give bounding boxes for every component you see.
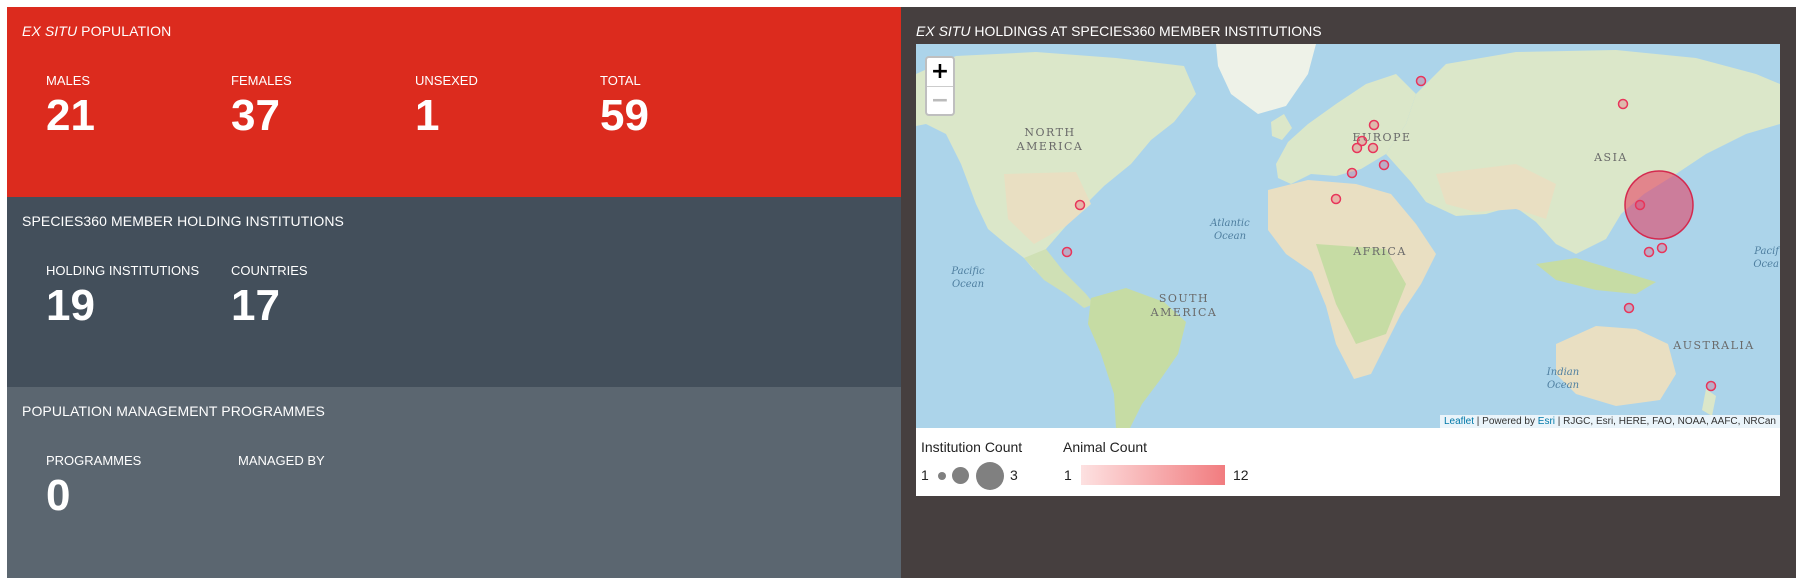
esri-link[interactable]: Esri [1538, 416, 1555, 427]
stat-females: FEMALES 37 [231, 73, 292, 138]
map-canvas[interactable]: NORTH AMERICA EUROPE ASIA AFRICA SOUTH A… [916, 44, 1780, 428]
left-column: EX SITU POPULATION MALES 21 FEMALES 37 U… [7, 7, 901, 578]
label-south-america-2: AMERICA [1150, 306, 1218, 319]
stat-value: 1 [415, 91, 440, 140]
stat-label: MALES [46, 73, 91, 88]
stat-value: 19 [46, 281, 95, 330]
institution-marker[interactable] [1074, 199, 1086, 211]
institutions-panel: SPECIES360 MEMBER HOLDING INSTITUTIONS H… [7, 197, 901, 387]
label-australia: AUSTRALIA [1672, 339, 1754, 352]
map-legend: Institution Count 1 3 Animal Count 1 12 [916, 428, 1780, 496]
institution-marker[interactable] [1656, 242, 1668, 254]
stat-countries: COUNTRIES 17 [231, 263, 308, 328]
leaflet-link[interactable]: Leaflet [1444, 416, 1474, 427]
institution-count-max: 3 [1010, 467, 1018, 483]
stat-value: 21 [46, 91, 95, 140]
label-pacific-ocean-east: Pacif [1753, 246, 1780, 257]
label-pacific-ocean: Pacific [950, 266, 985, 277]
label-atlantic-ocean: Atlantic [1209, 218, 1250, 229]
programmes-title: POPULATION MANAGEMENT PROGRAMMES [22, 403, 325, 419]
legend-dot-small [938, 472, 946, 480]
animal-count-legend-title: Animal Count [1063, 439, 1148, 455]
institution-marker[interactable] [1415, 75, 1427, 87]
stat-managed-by: MANAGED BY [238, 453, 325, 474]
institution-marker[interactable] [1346, 167, 1358, 179]
legend-dot-medium [952, 467, 969, 484]
programmes-panel: POPULATION MANAGEMENT PROGRAMMES PROGRAM… [7, 387, 901, 578]
institution-marker[interactable] [1623, 302, 1635, 314]
zoom-out-button[interactable]: − [927, 87, 953, 115]
stat-label: HOLDING INSTITUTIONS [46, 263, 200, 278]
institutions-title: SPECIES360 MEMBER HOLDING INSTITUTIONS [22, 213, 344, 229]
institution-marker[interactable] [1330, 193, 1342, 205]
population-title: EX SITU POPULATION [22, 23, 172, 39]
stat-label: FEMALES [231, 73, 292, 88]
map-panel-title: EX SITU HOLDINGS AT SPECIES360 MEMBER IN… [916, 23, 1322, 39]
institution-marker[interactable] [1367, 142, 1379, 154]
animal-count-max: 12 [1233, 467, 1249, 483]
label-indian-ocean: Indian [1546, 367, 1579, 378]
label-indian-ocean-2: Ocean [1547, 380, 1579, 391]
label-north-america: NORTH [1024, 126, 1075, 139]
institution-count-legend-title: Institution Count [921, 439, 1023, 455]
institution-marker[interactable] [1643, 246, 1655, 258]
institution-marker[interactable] [1368, 119, 1380, 131]
stat-label: UNSEXED [415, 73, 478, 88]
label-africa: AFRICA [1352, 245, 1407, 258]
institution-marker[interactable] [1061, 246, 1073, 258]
stat-males: MALES 21 [46, 73, 95, 138]
zoom-control: + − [925, 56, 955, 116]
label-pacific-ocean-east-2: Ocea [1753, 259, 1779, 270]
label-atlantic-ocean-2: Ocean [1214, 231, 1246, 242]
map-attribution: Leaflet | Powered by Esri | RJGC, Esri, … [1440, 415, 1780, 428]
label-south-america: SOUTH [1159, 292, 1209, 305]
stat-label: COUNTRIES [231, 263, 308, 278]
world-map[interactable]: NORTH AMERICA EUROPE ASIA AFRICA SOUTH A… [916, 44, 1780, 428]
stat-label: TOTAL [600, 73, 641, 88]
animal-count-min: 1 [1064, 467, 1072, 483]
legend-dot-large [976, 462, 1004, 490]
stat-value: 37 [231, 91, 280, 140]
stat-value: 59 [600, 91, 649, 140]
stat-total: TOTAL 59 [600, 73, 649, 138]
institution-marker[interactable] [1634, 199, 1646, 211]
institution-marker[interactable] [1617, 98, 1629, 110]
stat-holding-institutions: HOLDING INSTITUTIONS 19 [46, 263, 199, 328]
institution-marker[interactable] [1705, 380, 1717, 392]
zoom-in-button[interactable]: + [927, 58, 953, 87]
population-panel: EX SITU POPULATION MALES 21 FEMALES 37 U… [7, 7, 901, 197]
label-asia: ASIA [1593, 151, 1628, 164]
institution-marker[interactable] [1378, 159, 1390, 171]
institution-marker[interactable] [1351, 142, 1363, 154]
stat-programmes: PROGRAMMES 0 [46, 453, 141, 518]
stat-label: MANAGED BY [238, 453, 325, 468]
label-north-america-2: AMERICA [1016, 140, 1084, 153]
map-panel: EX SITU HOLDINGS AT SPECIES360 MEMBER IN… [901, 7, 1796, 578]
label-pacific-ocean-2: Ocean [952, 279, 984, 290]
animal-count-gradient [1081, 465, 1225, 485]
institution-count-min: 1 [921, 467, 929, 483]
stat-value: 17 [231, 281, 280, 330]
stat-label: PROGRAMMES [46, 453, 142, 468]
stat-unsexed: UNSEXED 1 [415, 73, 478, 138]
stat-value: 0 [46, 471, 71, 520]
